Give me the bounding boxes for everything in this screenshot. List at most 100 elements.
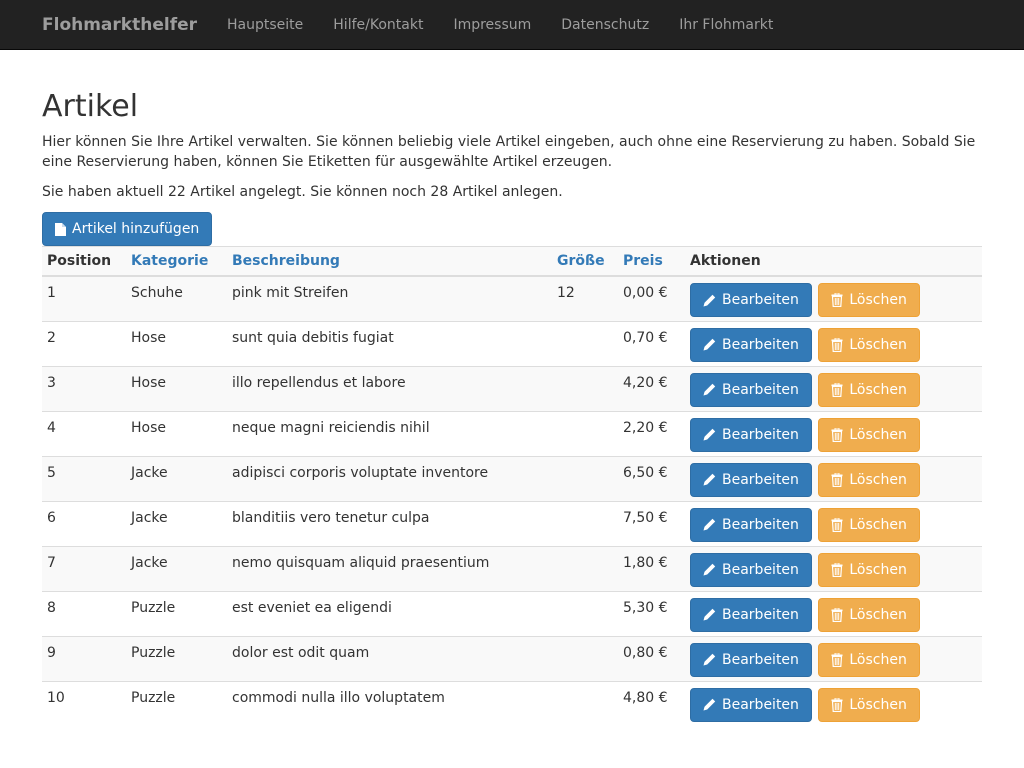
edit-button[interactable]: Bearbeiten [690, 327, 812, 362]
cell-kategorie: Schuhe [131, 285, 183, 301]
cell-groesse [552, 546, 618, 591]
edit-label: Bearbeiten [722, 336, 799, 353]
cell-preis: 0,00 € [623, 285, 668, 301]
header-kategorie-cell: Kategorie [126, 247, 227, 277]
cell-aktionen: Bearbeiten Löschen [685, 501, 982, 546]
pencil-icon [703, 383, 716, 396]
cell-preis: 2,20 € [623, 419, 668, 436]
cell-groesse [552, 501, 618, 546]
cell-beschreibung: adipisci corporis voluptate inventore [232, 464, 489, 481]
sort-preis-link[interactable]: Preis [623, 253, 663, 269]
cell-kategorie: Puzzle [131, 599, 176, 616]
cell-position: 2 [47, 329, 56, 346]
cell-kategorie: Jacke [131, 509, 168, 526]
table-row: 7 Jacke nemo quisquam aliquid praesentiu… [42, 546, 982, 591]
nav-link-hilfe-kontakt[interactable]: Hilfe/Kontakt [318, 17, 438, 33]
pencil-icon [703, 428, 716, 441]
cell-groesse [552, 636, 618, 681]
brand-logo[interactable]: Flohmarkthelfer [42, 15, 197, 35]
delete-button[interactable]: Löschen [818, 507, 920, 542]
edit-button[interactable]: Bearbeiten [690, 372, 812, 407]
edit-button[interactable]: Bearbeiten [690, 642, 812, 677]
cell-preis: 1,80 € [623, 554, 668, 571]
trash-icon [831, 472, 843, 487]
edit-label: Bearbeiten [722, 696, 799, 713]
cell-position: 4 [47, 419, 56, 436]
delete-label: Löschen [849, 606, 907, 623]
page-title: Artikel [42, 89, 139, 124]
delete-button[interactable]: Löschen [818, 462, 920, 497]
cell-aktionen: Bearbeiten Löschen [685, 276, 982, 321]
nav-link-hauptseite[interactable]: Hauptseite [212, 17, 318, 33]
edit-button[interactable]: Bearbeiten [690, 462, 812, 497]
edit-label: Bearbeiten [722, 606, 799, 623]
edit-button[interactable]: Bearbeiten [690, 687, 812, 722]
trash-icon [831, 382, 843, 397]
cell-beschreibung: nemo quisquam aliquid praesentium [232, 554, 490, 571]
sort-groesse-link[interactable]: Größe [557, 253, 605, 269]
cell-position: 8 [47, 599, 56, 616]
nav-link-datenschutz[interactable]: Datenschutz [546, 17, 664, 33]
cell-kategorie: Hose [131, 419, 166, 436]
cell-aktionen: Bearbeiten Löschen [685, 636, 982, 681]
table-row: 10 Puzzle commodi nulla illo voluptatem … [42, 681, 982, 726]
cell-beschreibung: pink mit Streifen [232, 285, 349, 301]
trash-icon [831, 607, 843, 622]
cell-aktionen: Bearbeiten Löschen [685, 546, 982, 591]
delete-label: Löschen [849, 381, 907, 398]
pencil-icon [703, 518, 716, 531]
table-header-row: Position Kategorie Beschreibung Größe Pr… [42, 246, 982, 277]
table-row: 6 Jacke blanditiis vero tenetur culpa 7,… [42, 501, 982, 546]
cell-kategorie: Jacke [131, 554, 168, 571]
navbar: Flohmarkthelfer Hauptseite Hilfe/Kontakt… [0, 0, 1024, 50]
delete-button[interactable]: Löschen [818, 642, 920, 677]
edit-button[interactable]: Bearbeiten [690, 507, 812, 542]
cell-position: 6 [47, 509, 56, 526]
cell-groesse [552, 366, 618, 411]
cell-aktionen: Bearbeiten Löschen [685, 681, 982, 726]
delete-button[interactable]: Löschen [818, 417, 920, 452]
cell-preis: 5,30 € [623, 599, 668, 616]
header-position: Position [47, 253, 112, 269]
header-groesse-cell: Größe [552, 247, 618, 277]
pencil-icon [703, 653, 716, 666]
delete-button[interactable]: Löschen [818, 283, 920, 317]
add-article-label: Artikel hinzufügen [72, 221, 200, 237]
header-aktionen: Aktionen [690, 253, 761, 269]
delete-button[interactable]: Löschen [818, 687, 920, 722]
table-row: 5 Jacke adipisci corporis voluptate inve… [42, 456, 982, 501]
trash-icon [831, 652, 843, 667]
edit-button[interactable]: Bearbeiten [690, 597, 812, 632]
cell-groesse: 12 [557, 285, 575, 301]
edit-button[interactable]: Bearbeiten [690, 417, 812, 452]
article-count-text: Sie haben aktuell 22 Artikel angelegt. S… [42, 184, 563, 200]
edit-label: Bearbeiten [722, 516, 799, 533]
pencil-icon [703, 473, 716, 486]
edit-button[interactable]: Bearbeiten [690, 283, 812, 317]
table-body: 1 Schuhe pink mit Streifen 12 0,00 € Bea… [42, 276, 982, 726]
delete-button[interactable]: Löschen [818, 372, 920, 407]
nav-link-ihr-flohmarkt[interactable]: Ihr Flohmarkt [664, 17, 788, 33]
header-beschreibung-cell: Beschreibung [227, 247, 552, 277]
intro-text: Hier können Sie Ihre Artikel verwalten. … [42, 134, 976, 170]
delete-button[interactable]: Löschen [818, 552, 920, 587]
sort-beschreibung-link[interactable]: Beschreibung [232, 253, 340, 269]
nav-link-impressum[interactable]: Impressum [438, 17, 546, 33]
brand-rest: helfer [140, 14, 198, 35]
cell-beschreibung: neque magni reiciendis nihil [232, 419, 430, 436]
delete-label: Löschen [849, 516, 907, 533]
delete-label: Löschen [849, 651, 907, 668]
edit-label: Bearbeiten [722, 471, 799, 488]
edit-button[interactable]: Bearbeiten [690, 552, 812, 587]
delete-button[interactable]: Löschen [818, 327, 920, 362]
delete-label: Löschen [849, 426, 907, 443]
nav-links: Hauptseite Hilfe/Kontakt Impressum Daten… [212, 17, 788, 33]
add-article-button[interactable]: Artikel hinzufügen [42, 212, 213, 246]
pencil-icon [703, 608, 716, 621]
cell-position: 10 [47, 689, 65, 706]
cell-position: 9 [47, 644, 56, 661]
cell-beschreibung: sunt quia debitis fugiat [232, 329, 394, 346]
cell-kategorie: Hose [131, 329, 166, 346]
sort-kategorie-link[interactable]: Kategorie [131, 253, 208, 269]
delete-button[interactable]: Löschen [818, 597, 920, 632]
